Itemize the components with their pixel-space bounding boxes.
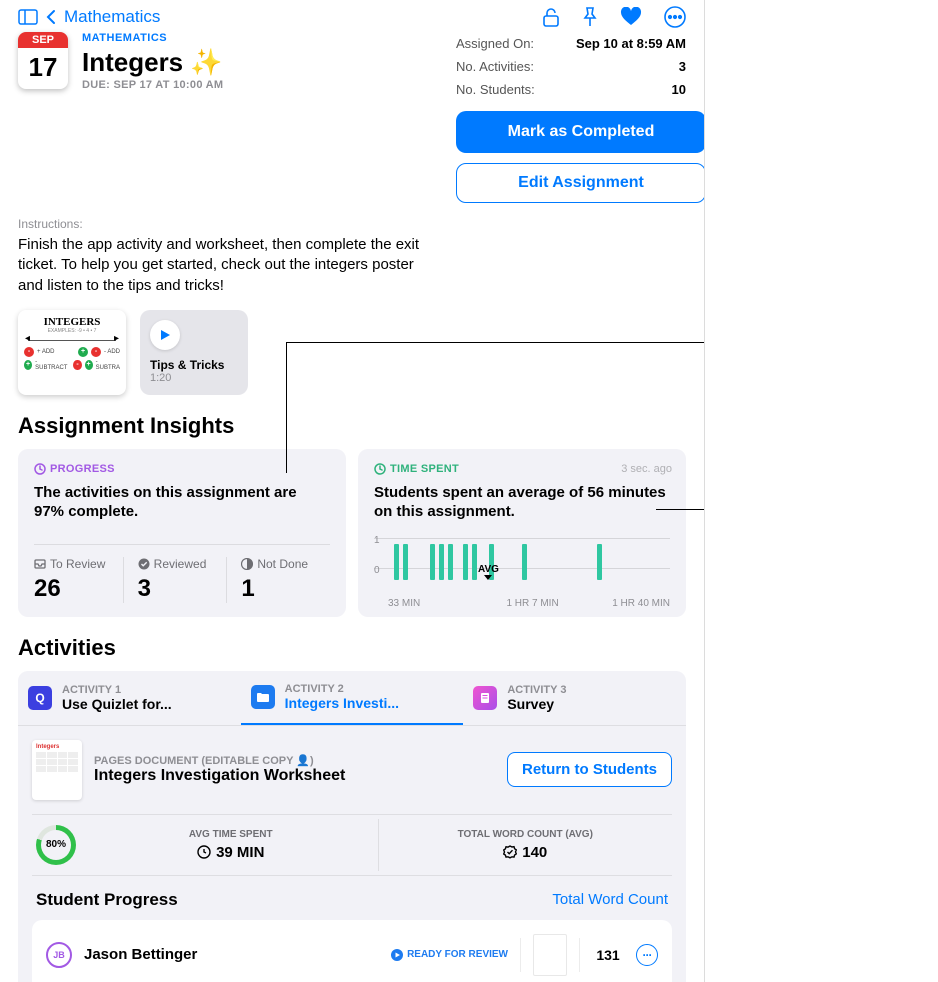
row-more-icon[interactable]: ···	[636, 944, 658, 966]
avg-marker: AVG	[478, 564, 499, 580]
pin-icon[interactable]	[582, 7, 598, 27]
time-ago: 3 sec. ago	[621, 463, 672, 475]
insights-heading: Assignment Insights	[0, 395, 704, 449]
num-activities-value: 3	[679, 59, 686, 74]
document-thumbnail[interactable]: Integers	[32, 740, 82, 800]
not-done-value: 1	[241, 575, 330, 603]
calendar-day: 17	[18, 48, 68, 89]
assigned-on-label: Assigned On:	[456, 36, 534, 51]
status-badge: READY FOR REVIEW	[391, 949, 508, 961]
activities-heading: Activities	[0, 617, 704, 671]
avatar: JB	[46, 942, 72, 968]
play-icon	[150, 320, 180, 350]
heart-icon[interactable]	[620, 7, 642, 27]
word-count-label: TOTAL WORD COUNT (AVG)	[379, 829, 673, 840]
more-icon[interactable]	[664, 6, 686, 28]
num-students-label: No. Students:	[456, 82, 535, 97]
clock-small-icon	[197, 845, 211, 859]
quizlet-icon: Q	[28, 686, 52, 710]
unlock-icon[interactable]	[542, 7, 560, 27]
tips-duration: 1:20	[150, 372, 238, 384]
document-type: PAGES DOCUMENT (EDITABLE COPY 👤)	[94, 754, 345, 767]
assigned-on-value: Sep 10 at 8:59 AM	[576, 36, 686, 51]
progress-icon	[34, 463, 46, 475]
avg-time-label: AVG TIME SPENT	[84, 829, 378, 840]
progress-tag: PROGRESS	[34, 463, 330, 475]
clock-icon	[374, 463, 386, 475]
avg-time-value: 39 MIN	[216, 844, 264, 861]
survey-icon	[473, 686, 497, 710]
x-min: 33 MIN	[388, 598, 420, 609]
word-count-value: 140	[522, 844, 547, 861]
time-card[interactable]: 3 sec. ago TIME SPENT Students spent an …	[358, 449, 686, 617]
assignment-title: Integers ✨	[82, 47, 223, 78]
folder-icon	[251, 685, 275, 709]
calendar-chip: SEP 17	[18, 32, 68, 89]
progress-summary: The activities on this assignment are 97…	[34, 483, 330, 522]
submission-thumbnail[interactable]	[533, 934, 567, 976]
due-date: DUE: SEP 17 AT 10:00 AM	[82, 79, 223, 91]
instructions-label: Instructions:	[18, 217, 442, 231]
return-to-students-button[interactable]: Return to Students	[507, 752, 672, 787]
to-review-value: 26	[34, 575, 123, 603]
inbox-icon	[34, 559, 46, 569]
poster-title: INTEGERS	[24, 316, 120, 328]
num-activities-label: No. Activities:	[456, 59, 534, 74]
tab-activity-3[interactable]: ACTIVITY 3Survey	[463, 671, 686, 725]
student-row[interactable]: JB Jason Bettinger READY FOR REVIEW 131 …	[46, 920, 658, 982]
reviewed-value: 3	[138, 575, 227, 603]
back-chevron-icon[interactable]	[46, 9, 56, 25]
attachment-poster[interactable]: INTEGERS EXAMPLES: -9 • 4 • 7 - + ADD +-…	[18, 310, 126, 395]
student-word-count: 131	[592, 947, 624, 963]
total-word-count-link[interactable]: Total Word Count	[552, 891, 668, 908]
time-summary: Students spent an average of 56 minutes …	[374, 483, 670, 522]
checkmark-icon	[138, 558, 150, 570]
calendar-month: SEP	[18, 32, 68, 48]
time-chart: 1 0 AVG 33 MIN	[374, 538, 670, 598]
tips-title: Tips & Tricks	[150, 358, 238, 372]
ready-icon	[391, 949, 403, 961]
x-max: 1 HR 40 MIN	[612, 598, 670, 609]
completion-ring: 80%	[36, 825, 76, 865]
progress-card[interactable]: PROGRESS The activities on this assignme…	[18, 449, 346, 617]
edit-assignment-button[interactable]: Edit Assignment	[456, 163, 705, 203]
back-label[interactable]: Mathematics	[64, 7, 160, 27]
mark-completed-button[interactable]: Mark as Completed	[456, 111, 705, 153]
num-students-value: 10	[672, 82, 686, 97]
x-mid: 1 HR 7 MIN	[506, 598, 558, 609]
category-label: MATHEMATICS	[82, 32, 223, 44]
document-name: Integers Investigation Worksheet	[94, 767, 345, 785]
instructions-text: Finish the app activity and worksheet, t…	[18, 235, 442, 296]
sidebar-icon[interactable]	[18, 9, 38, 25]
attachment-tips[interactable]: Tips & Tricks 1:20	[140, 310, 248, 395]
badge-icon	[503, 845, 517, 859]
student-progress-heading: Student Progress	[36, 890, 178, 910]
half-circle-icon	[241, 558, 253, 570]
student-name: Jason Bettinger	[84, 946, 379, 963]
tab-activity-2[interactable]: ACTIVITY 2Integers Investi...	[241, 671, 464, 725]
tab-activity-1[interactable]: Q ACTIVITY 1Use Quizlet for...	[18, 671, 241, 725]
